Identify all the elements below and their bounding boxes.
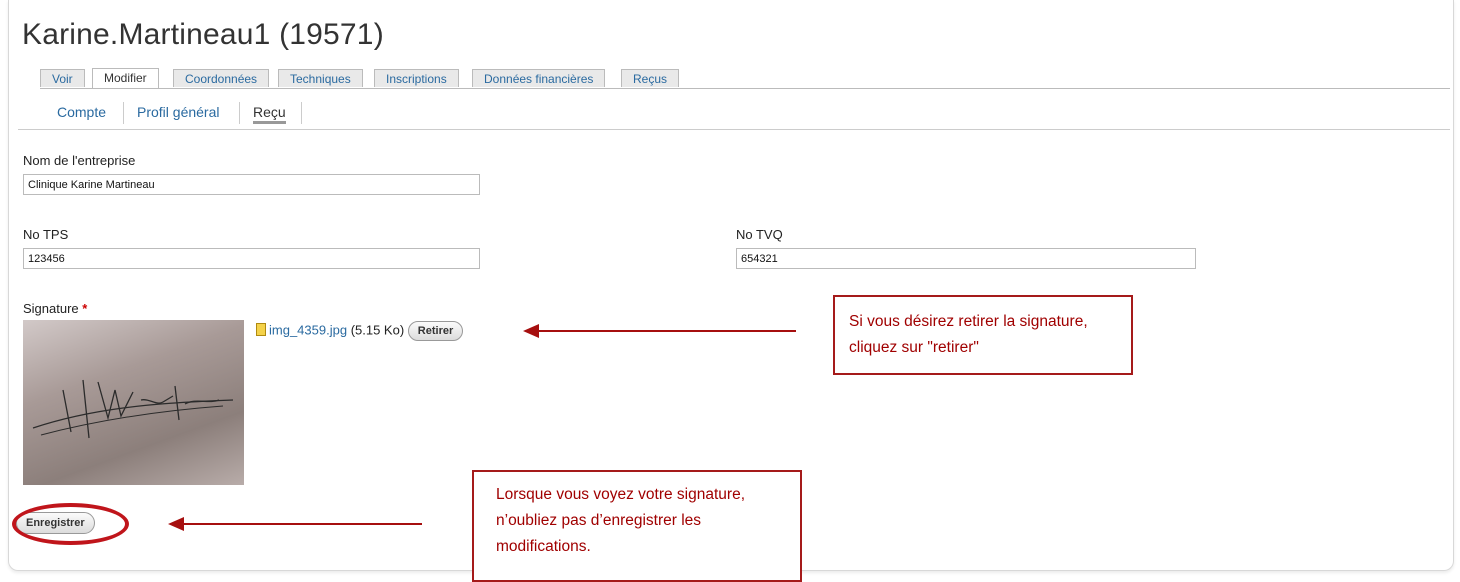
callout-remove-signature: Si vous désirez retirer la signature, cl… [833, 295, 1133, 375]
image-file-icon [256, 323, 266, 337]
required-marker: * [82, 301, 88, 316]
divider [18, 129, 1450, 130]
save-highlight-circle [12, 503, 129, 545]
tab-recus[interactable]: Reçus [621, 69, 680, 87]
arrow-line [184, 523, 422, 525]
tps-input[interactable] [23, 248, 480, 269]
remove-signature-button[interactable]: Retirer [407, 321, 464, 341]
arrow-left-icon [523, 324, 539, 338]
subtab-recu[interactable]: Reçu [253, 104, 286, 124]
subtab-compte[interactable]: Compte [57, 104, 106, 120]
tab-voir[interactable]: Voir [40, 69, 85, 87]
tvq-label: No TVQ [736, 227, 783, 242]
subtab-profil-general[interactable]: Profil général [137, 104, 220, 120]
subtab-divider [301, 102, 302, 124]
tab-inscriptions[interactable]: Inscriptions [374, 69, 459, 87]
signature-label-text: Signature [23, 301, 79, 316]
page-title: Karine.Martineau1 (19571) [22, 18, 384, 51]
tab-donnees-financieres[interactable]: Données financières [472, 69, 606, 87]
signature-scribble [32, 379, 234, 439]
company-name-input[interactable] [23, 174, 480, 195]
tab-coordonnees[interactable]: Coordonnées [173, 69, 270, 87]
signature-file-link[interactable]: img_4359.jpg [269, 322, 347, 337]
signature-file-size: (5.15 Ko) [350, 322, 405, 338]
signature-file: img_4359.jpg (5.15 Ko) Retirer [256, 321, 464, 341]
callout-save-reminder: Lorsque vous voyez votre signature, n’ou… [472, 470, 802, 582]
primary-tabs: Voir Modifier Coordonnées Techniques Ins… [40, 68, 1450, 89]
signature-image [23, 320, 244, 485]
tab-techniques[interactable]: Techniques [278, 69, 363, 87]
subtab-divider [239, 102, 240, 124]
tvq-input[interactable] [736, 248, 1196, 269]
tab-modifier[interactable]: Modifier [92, 68, 159, 88]
arrow-left-icon [168, 517, 184, 531]
company-name-label: Nom de l'entreprise [23, 153, 136, 168]
tps-label: No TPS [23, 227, 69, 242]
arrow-line [538, 330, 796, 332]
signature-label: Signature * [23, 301, 87, 316]
subtab-divider [123, 102, 124, 124]
